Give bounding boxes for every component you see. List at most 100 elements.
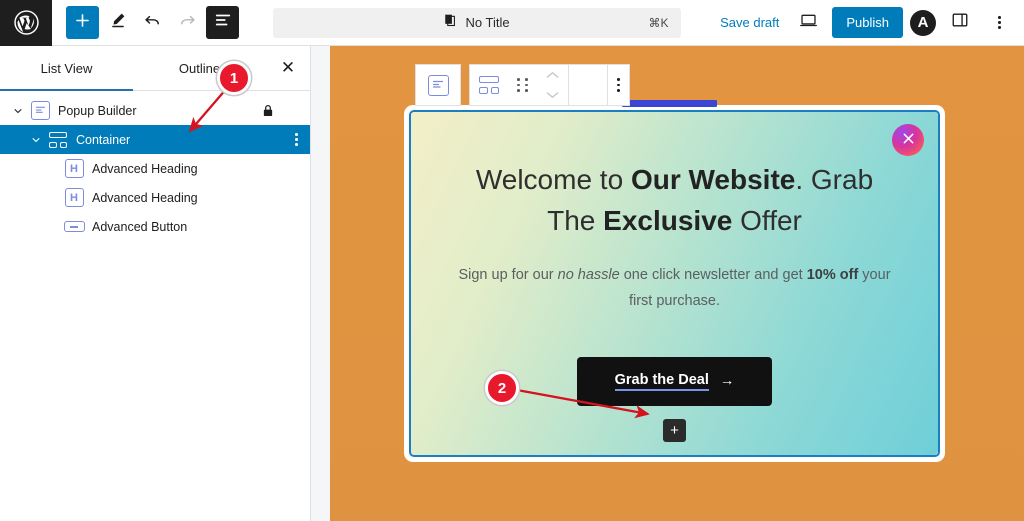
astra-logo-button[interactable]: A (910, 9, 936, 36)
subtext-part-2: one click newsletter and get (619, 267, 807, 284)
redo-button[interactable] (171, 6, 204, 39)
popup-builder-icon (29, 101, 51, 120)
move-arrows (546, 66, 559, 104)
wordpress-logo-button[interactable] (0, 0, 52, 46)
plus-icon (74, 12, 91, 34)
top-bar-actions: Save draft Publish A (714, 6, 1024, 39)
popup-cta-area: Grab the Deal → + (457, 356, 892, 442)
three-dots-vertical-icon (998, 15, 1001, 30)
plus-icon: + (670, 421, 679, 439)
add-block-button[interactable] (66, 6, 99, 39)
desktop-preview-icon (799, 11, 818, 35)
sidebar-toggle-icon (951, 11, 969, 34)
top-bar-tools (52, 6, 239, 39)
list-item-options-button[interactable] (295, 132, 298, 147)
list-item-advanced-heading-2[interactable]: H Advanced Heading (0, 183, 310, 212)
pencil-icon (109, 11, 127, 34)
subtext-part-1: Sign up for our (458, 267, 558, 284)
edit-tool-button[interactable] (101, 6, 134, 39)
subtext-emphasis: no hassle (557, 267, 620, 284)
annotation-marker-1-label: 1 (229, 69, 239, 87)
list-item-advanced-button[interactable]: Advanced Button (0, 212, 310, 241)
list-view-button[interactable] (206, 6, 239, 39)
heading-part-3: Offer (732, 204, 802, 236)
move-block-buttons[interactable] (537, 65, 568, 105)
editor-top-bar: No Title ⌘K Save draft Publish A (0, 0, 1024, 46)
popup-builder-block-icon (427, 74, 449, 96)
subtext-bold: 10% off (806, 267, 859, 284)
container-block-icon (479, 76, 499, 94)
lock-icon (262, 104, 274, 117)
close-icon: ✕ (280, 58, 296, 77)
heading-icon: H (63, 188, 85, 207)
undo-button[interactable] (136, 6, 169, 39)
parent-block-button[interactable] (415, 64, 461, 106)
popup-frame: Welcome to Our Website. Grab The Exclusi… (404, 100, 945, 462)
chevron-up-icon[interactable] (546, 66, 559, 84)
heading-bold-1: Our Website (630, 164, 796, 195)
add-block-button-canvas[interactable]: + (663, 418, 686, 442)
block-selection-indicator (622, 100, 717, 107)
chevron-down-icon[interactable] (7, 106, 29, 116)
list-item-popup-builder[interactable]: Popup Builder (0, 96, 310, 125)
block-toolbar (415, 64, 630, 106)
list-item-label: Advanced Heading (92, 161, 198, 176)
document-stack-icon (444, 13, 459, 33)
popup-content: Welcome to Our Website. Grab The Exclusi… (411, 112, 938, 455)
tab-list-view-label: List View (40, 60, 93, 76)
block-list: Popup Builder Container H Advanced Headi… (0, 91, 310, 241)
container-icon (47, 131, 69, 149)
list-view-icon (214, 11, 232, 34)
command-bar-shortcut: ⌘K (648, 15, 669, 30)
command-bar-wrapper: No Title ⌘K (239, 7, 714, 38)
align-block-button[interactable] (568, 65, 607, 105)
undo-arrow-icon (143, 11, 162, 35)
annotation-marker-2: 2 (485, 371, 519, 405)
close-circle-icon (902, 132, 915, 149)
block-toolbar-main (469, 64, 630, 106)
list-item-container[interactable]: Container (0, 125, 310, 154)
heading-bold-2: Exclusive (603, 204, 733, 236)
wordpress-logo-icon (13, 10, 39, 35)
tab-list-view[interactable]: List View (0, 46, 133, 91)
popup-heading[interactable]: Welcome to Our Website. Grab The Exclusi… (457, 160, 892, 241)
arrow-right-icon: → (719, 373, 735, 390)
astra-logo-icon: A (917, 14, 929, 31)
drag-handle-icon (517, 78, 528, 92)
block-options-button[interactable] (607, 65, 629, 105)
list-item-label: Advanced Button (92, 219, 188, 234)
list-item-advanced-heading-1[interactable]: H Advanced Heading (0, 154, 310, 183)
editor-window: No Title ⌘K Save draft Publish A List Vi… (0, 0, 1024, 521)
list-item-label: Popup Builder (58, 103, 137, 118)
heading-part-1: Welcome to (475, 164, 631, 195)
settings-sidebar-button[interactable] (943, 6, 976, 39)
more-options-button[interactable] (983, 6, 1016, 39)
three-dots-vertical-icon (617, 78, 620, 92)
chevron-down-icon[interactable] (546, 86, 559, 104)
heading-icon: H (63, 159, 85, 178)
sidebar-canvas-gap (311, 46, 330, 521)
button-icon (63, 218, 85, 236)
three-dots-vertical-icon (295, 132, 298, 147)
annotation-marker-1: 1 (217, 61, 251, 95)
popup-close-button[interactable] (892, 124, 924, 156)
document-title: No Title (465, 15, 510, 30)
grab-the-deal-button[interactable]: Grab the Deal → (576, 356, 773, 406)
preview-button[interactable] (792, 6, 825, 39)
drag-handle[interactable] (508, 65, 537, 105)
save-draft-button[interactable]: Save draft (714, 11, 785, 34)
list-view-sidebar: List View Outline ✕ Popup Builder Contai… (0, 46, 311, 521)
redo-arrow-icon (178, 11, 197, 35)
cta-label: Grab the Deal (614, 372, 709, 391)
command-bar[interactable]: No Title ⌘K (272, 7, 681, 38)
container-block-button[interactable] (470, 65, 508, 105)
publish-button[interactable]: Publish (832, 7, 903, 38)
publish-label: Publish (846, 15, 889, 30)
popup-subtext[interactable]: Sign up for our no hassle one click news… (457, 263, 892, 315)
list-item-label: Advanced Heading (92, 190, 198, 205)
sidebar-tabs: List View Outline ✕ (0, 46, 310, 91)
chevron-down-icon[interactable] (25, 135, 47, 145)
close-sidebar-button[interactable]: ✕ (266, 46, 310, 90)
tab-outline-label: Outline (178, 60, 221, 76)
editor-canvas: Welcome to Our Website. Grab The Exclusi… (330, 46, 1024, 521)
